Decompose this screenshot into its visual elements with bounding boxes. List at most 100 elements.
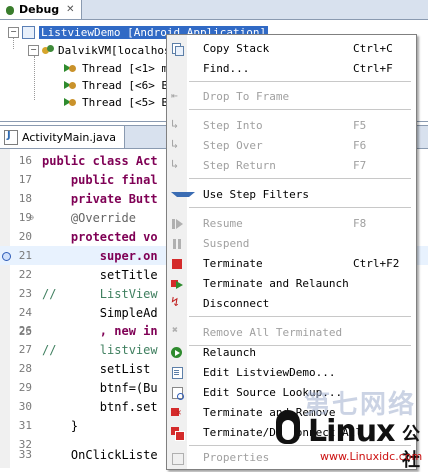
step-over-icon: [171, 137, 183, 152]
line-number: 16: [18, 154, 32, 167]
menu-separator: [189, 178, 411, 179]
tree-item-thread[interactable]: Thread [<6> Bi: [64, 77, 175, 93]
code-text: }: [42, 418, 79, 433]
tree-item-thread[interactable]: Thread [<5> Bi: [64, 94, 175, 110]
menu-item-terminate[interactable]: Terminate Ctrl+F2: [167, 254, 416, 273]
edit-config-icon: [171, 366, 183, 379]
collapse-icon[interactable]: −: [8, 26, 19, 38]
line-number: 22: [18, 268, 32, 281]
collapse-icon[interactable]: −: [28, 44, 39, 56]
close-icon[interactable]: ✕: [66, 4, 74, 15]
menu-item-label: Terminate and Relaunch: [203, 277, 349, 290]
menu-item-terminate-and-remove[interactable]: Terminate and Remove: [167, 403, 416, 422]
menu-item-step-return[interactable]: Step Return F7: [167, 156, 416, 175]
properties-icon: [171, 452, 184, 465]
menu-item-copy-stack[interactable]: Copy Stack Ctrl+C: [167, 39, 416, 58]
code-text: super.on: [42, 248, 158, 263]
tab-debug[interactable]: Debug ✕: [0, 0, 82, 19]
line-number: 33: [18, 448, 32, 461]
menu-item-disconnect[interactable]: Disconnect: [167, 294, 416, 313]
menu-item-label: Terminate and Remove: [203, 406, 336, 419]
tab-debug-label: Debug: [19, 3, 60, 16]
suspend-icon: [171, 238, 183, 250]
tab-activitymain-java[interactable]: ActivityMain.java: [0, 126, 125, 148]
menu-item-drop-to-frame[interactable]: Drop To Frame: [167, 87, 416, 106]
menu-item-step-over[interactable]: Step Over F6: [167, 136, 416, 155]
menu-item-shortcut: F6: [353, 139, 367, 152]
tree-item-vm[interactable]: − DalvikVM[localhos: [28, 42, 171, 58]
terminate-all-icon: [171, 426, 185, 441]
menu-item-label: Suspend: [203, 237, 250, 250]
thread-icon: [64, 79, 77, 91]
line-number: 30: [18, 400, 32, 413]
menu-item-relaunch[interactable]: Relaunch: [167, 343, 416, 362]
step-into-icon: [171, 117, 183, 132]
menu-item-label: Step Over: [203, 139, 263, 152]
code-text: setList: [42, 361, 151, 376]
code-text: @Override: [42, 210, 136, 225]
source-lookup-icon: [171, 386, 184, 400]
code-text: SimpleAd: [42, 305, 158, 320]
menu-item-label: Properties: [203, 451, 270, 464]
step-return-icon: [171, 157, 183, 172]
tree-item-vm-label: DalvikVM[localhos: [58, 43, 171, 57]
line-number: 18: [18, 192, 32, 205]
line-number: 29: [18, 381, 32, 394]
menu-item-edit-listviewdemo[interactable]: Edit ListviewDemo...: [167, 363, 416, 382]
menu-separator: [189, 81, 411, 82]
menu-item-resume[interactable]: Resume F8: [167, 214, 416, 233]
menu-item-terminate-disconnect-all[interactable]: Terminate/Disconnect All: [167, 423, 416, 442]
code-text: public final: [42, 172, 158, 187]
menu-item-label: Copy Stack: [203, 42, 270, 55]
menu-item-shortcut: Ctrl+C: [353, 42, 393, 55]
drop-to-frame-icon: [171, 89, 183, 103]
menu-item-shortcut: F7: [353, 159, 367, 172]
line-number: 24: [18, 306, 32, 319]
context-menu: Copy Stack Ctrl+C Find... Ctrl+F Drop To…: [166, 34, 417, 470]
breakpoint-icon[interactable]: [2, 252, 11, 261]
menu-item-remove-all-terminated[interactable]: Remove All Terminated: [167, 323, 416, 342]
debug-tabbar: Debug ✕: [0, 0, 428, 20]
menu-item-find[interactable]: Find... Ctrl+F: [167, 59, 416, 78]
menu-item-properties[interactable]: Properties: [167, 448, 416, 467]
tab-activitymain-label: ActivityMain.java: [22, 130, 116, 144]
menu-item-terminate-and-relaunch[interactable]: Terminate and Relaunch: [167, 274, 416, 293]
menu-separator: [189, 207, 411, 208]
code-text: protected vo: [42, 229, 158, 244]
code-text: btnf=(Bu: [42, 380, 158, 395]
line-number: 28: [18, 362, 32, 375]
line-number: 20: [18, 230, 32, 243]
menu-item-suspend[interactable]: Suspend: [167, 234, 416, 253]
menu-item-label: Disconnect: [203, 297, 270, 310]
fold-toggle-icon[interactable]: ⊖: [29, 213, 34, 222]
menu-item-step-into[interactable]: Step Into F5: [167, 116, 416, 135]
code-text: OnClickListe: [42, 447, 158, 462]
code-text: , new in: [42, 323, 158, 338]
menu-item-label: Use Step Filters: [203, 188, 309, 201]
thread-icon: [64, 62, 77, 74]
line-number: 17: [18, 173, 32, 186]
menu-item-label: Resume: [203, 217, 243, 230]
code-text: btnf.set: [42, 399, 158, 414]
menu-item-label: Terminate/Disconnect All: [203, 426, 362, 439]
code-text: // ListView: [42, 286, 158, 301]
resume-icon: [171, 218, 183, 230]
java-file-icon: [4, 129, 18, 145]
thread-icon: [64, 96, 77, 108]
line-number: 21: [18, 249, 32, 262]
tree-item-thread[interactable]: Thread [<1> ma: [64, 60, 175, 76]
menu-item-label: Edit Source Lookup...: [203, 386, 343, 399]
debug-bug-icon: [4, 4, 16, 16]
menu-item-label: Edit ListviewDemo...: [203, 366, 336, 379]
menu-item-label: Relaunch: [203, 346, 256, 359]
line-number: 23: [18, 287, 32, 300]
filter-icon: [171, 189, 195, 201]
dalvik-vm-icon: [42, 44, 54, 56]
line-number: 27: [18, 343, 32, 356]
code-text: private Butt: [42, 191, 158, 206]
tree-item-thread-label: Thread [<5> Bi: [82, 95, 175, 109]
menu-item-edit-source-lookup[interactable]: Edit Source Lookup...: [167, 383, 416, 402]
menu-item-use-step-filters[interactable]: Use Step Filters: [167, 185, 416, 204]
menu-item-label: Remove All Terminated: [203, 326, 343, 339]
code-text: // listview: [42, 342, 158, 357]
